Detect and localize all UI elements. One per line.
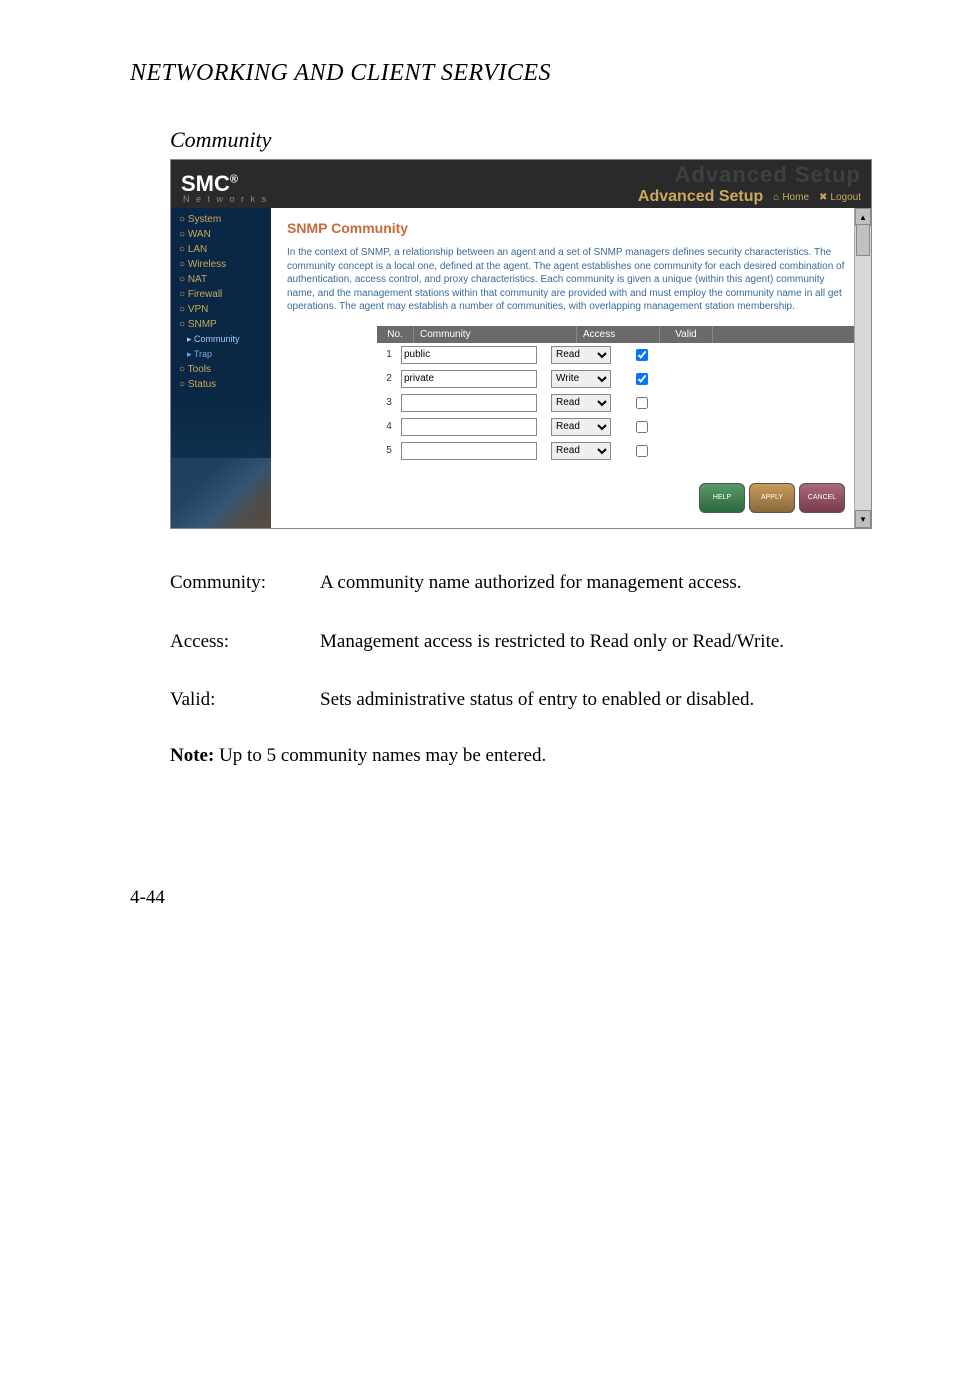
community-input[interactable]: [401, 346, 537, 364]
def-desc: A community name authorized for manageme…: [320, 569, 854, 598]
sidebar-item-lan[interactable]: ○ LAN: [171, 242, 271, 257]
row-no: 1: [377, 349, 401, 360]
sidebar-item-community[interactable]: ▸ Community: [171, 332, 271, 347]
def-term: Community:: [170, 569, 320, 598]
community-input[interactable]: [401, 394, 537, 412]
def-term: Access:: [170, 628, 320, 657]
snmp-table: No. Community Access Valid 1 Read 2: [377, 326, 855, 463]
sidebar-item-snmp[interactable]: ○ SNMP: [171, 317, 271, 332]
doc-header: NETWORKING AND CLIENT SERVICES: [130, 60, 854, 87]
content-paragraph: In the context of SNMP, a relationship b…: [287, 246, 855, 314]
table-row: 4 Read: [377, 415, 855, 439]
scroll-down-icon[interactable]: ▼: [855, 510, 871, 528]
def-desc: Sets administrative status of entry to e…: [320, 686, 854, 715]
sidebar-item-nat[interactable]: ○ NAT: [171, 272, 271, 287]
def-term: Valid:: [170, 686, 320, 715]
sidebar-item-firewall[interactable]: ○ Firewall: [171, 287, 271, 302]
page-number: 4-44: [130, 887, 854, 909]
logout-icon: ✖: [819, 192, 827, 203]
ghost-title: Advanced Setup: [675, 162, 861, 188]
access-select[interactable]: Read: [551, 418, 611, 436]
help-button[interactable]: HELP: [699, 483, 745, 513]
sidebar-image: [171, 458, 271, 528]
note-text: Up to 5 community names may be entered.: [219, 745, 546, 766]
community-input[interactable]: [401, 418, 537, 436]
table-row: 5 Read: [377, 439, 855, 463]
valid-checkbox[interactable]: [636, 397, 648, 409]
access-select[interactable]: Read: [551, 442, 611, 460]
row-no: 4: [377, 421, 401, 432]
table-row: 1 Read: [377, 343, 855, 367]
access-select[interactable]: Read: [551, 394, 611, 412]
section-title: Community: [170, 127, 854, 153]
sidebar: ○ System ○ WAN ○ LAN ○ Wireless ○ NAT ○ …: [171, 208, 271, 528]
sidebar-item-status[interactable]: ○ Status: [171, 377, 271, 392]
home-link[interactable]: ⌂ Home: [773, 192, 809, 203]
row-no: 2: [377, 373, 401, 384]
table-header: No. Community Access Valid: [377, 326, 855, 343]
valid-checkbox[interactable]: [636, 421, 648, 433]
home-icon: ⌂: [773, 192, 779, 203]
sidebar-item-vpn[interactable]: ○ VPN: [171, 302, 271, 317]
valid-checkbox[interactable]: [636, 373, 648, 385]
def-desc: Management access is restricted to Read …: [320, 628, 854, 657]
definition-row: Valid: Sets administrative status of ent…: [170, 686, 854, 715]
cancel-button[interactable]: CANCEL: [799, 483, 845, 513]
valid-checkbox[interactable]: [636, 445, 648, 457]
row-no: 3: [377, 397, 401, 408]
app-header: SMC® N e t w o r k s Advanced Setup Adva…: [171, 160, 871, 208]
sidebar-item-wireless[interactable]: ○ Wireless: [171, 257, 271, 272]
sidebar-item-tools[interactable]: ○ Tools: [171, 362, 271, 377]
content-area: SNMP Community In the context of SNMP, a…: [271, 208, 871, 528]
access-select[interactable]: Read: [551, 346, 611, 364]
logo-subtitle: N e t w o r k s: [183, 194, 268, 204]
vertical-scrollbar[interactable]: ▲ ▼: [854, 208, 871, 528]
community-input[interactable]: [401, 370, 537, 388]
sidebar-item-system[interactable]: ○ System: [171, 212, 271, 227]
community-input[interactable]: [401, 442, 537, 460]
sidebar-item-wan[interactable]: ○ WAN: [171, 227, 271, 242]
logo: SMC®: [181, 171, 238, 196]
valid-checkbox[interactable]: [636, 349, 648, 361]
content-title: SNMP Community: [287, 220, 855, 236]
router-screenshot: SMC® N e t w o r k s Advanced Setup Adva…: [170, 159, 872, 529]
row-no: 5: [377, 445, 401, 456]
logout-link[interactable]: ✖ Logout: [819, 192, 861, 203]
definitions: Community: A community name authorized f…: [170, 569, 854, 715]
access-select[interactable]: Write: [551, 370, 611, 388]
table-row: 3 Read: [377, 391, 855, 415]
sidebar-item-trap[interactable]: ▸ Trap: [171, 347, 271, 362]
definition-row: Community: A community name authorized f…: [170, 569, 854, 598]
scroll-thumb[interactable]: [856, 224, 870, 256]
setup-title: Advanced Setup: [638, 188, 763, 206]
table-row: 2 Write: [377, 367, 855, 391]
note-label: Note:: [170, 745, 214, 766]
note: Note: Up to 5 community names may be ent…: [170, 745, 854, 767]
apply-button[interactable]: APPLY: [749, 483, 795, 513]
definition-row: Access: Management access is restricted …: [170, 628, 854, 657]
